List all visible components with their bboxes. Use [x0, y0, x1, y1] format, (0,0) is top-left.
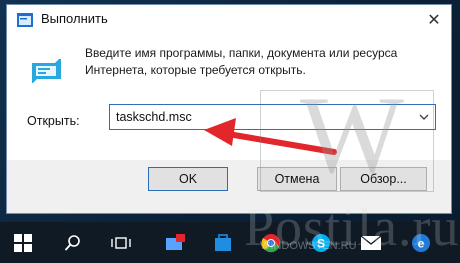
run-dialog-icon: [32, 59, 61, 83]
close-button[interactable]: ✕: [417, 5, 451, 35]
close-icon: ✕: [427, 12, 441, 29]
ok-button[interactable]: OK: [148, 167, 228, 191]
run-app-icon: [17, 13, 33, 27]
open-label: Открыть:: [27, 114, 80, 128]
title-bar[interactable]: Выполнить ✕: [7, 5, 451, 35]
store-icon[interactable]: [206, 222, 240, 263]
dialog-title: Выполнить: [41, 11, 108, 26]
watermark-site: WINDOWSTEN.RU: [260, 240, 357, 252]
task-view-icon[interactable]: [104, 222, 138, 263]
open-input-value: taskschd.msc: [116, 110, 192, 124]
search-icon[interactable]: [56, 222, 90, 263]
app-red-badge-icon[interactable]: [158, 222, 192, 263]
watermark-letter: W: [300, 74, 404, 196]
start-icon[interactable]: [6, 222, 40, 263]
